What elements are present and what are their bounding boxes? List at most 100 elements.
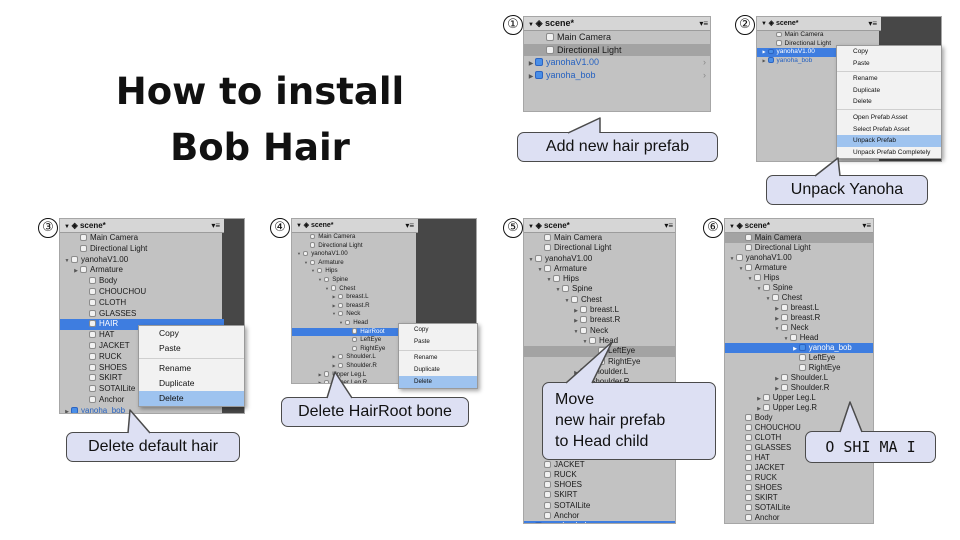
hierarchy-item[interactable]: RightEye: [524, 357, 675, 367]
hierarchy-item[interactable]: JACKET: [524, 460, 675, 470]
panel-menu-icon[interactable]: ▾≡: [699, 17, 708, 30]
hierarchy-item[interactable]: ▶ Armature: [60, 265, 224, 276]
hierarchy-item[interactable]: ▼ Head: [524, 336, 675, 346]
chevron-right-icon[interactable]: ›: [703, 69, 706, 82]
hierarchy-item[interactable]: Directional Light: [524, 243, 675, 253]
panel-menu-icon[interactable]: ▾≡: [211, 219, 220, 232]
hierarchy-item[interactable]: RUCK: [524, 470, 675, 480]
expand-right-icon[interactable]: ▶: [330, 293, 338, 302]
hierarchy-item[interactable]: ▼ yanohaV1.00: [725, 253, 873, 263]
hierarchy-item[interactable]: ▶ breast.R: [292, 302, 418, 311]
hierarchy-item[interactable]: ▶ breast.R: [725, 313, 873, 323]
hierarchy-item[interactable]: Directional Light: [524, 43, 710, 56]
hierarchy-item[interactable]: SKIRT: [524, 490, 675, 500]
expand-right-icon[interactable]: ▶: [63, 407, 71, 413]
menu-item-select-prefab-asset[interactable]: Select Prefab Asset: [837, 124, 941, 136]
expand-down-icon[interactable]: ▼: [323, 285, 331, 294]
hierarchy-item[interactable]: GLASSES: [60, 309, 224, 320]
menu-item-open-prefab-asset[interactable]: Open Prefab Asset: [837, 112, 941, 124]
hierarchy-item[interactable]: ▼ Chest: [725, 293, 873, 303]
hierarchy-item[interactable]: JACKET: [725, 463, 873, 473]
menu-item-paste[interactable]: Paste: [837, 58, 941, 70]
hierarchy-item[interactable]: Anchor: [725, 513, 873, 523]
panel-menu-icon[interactable]: ▾≡: [868, 17, 877, 30]
hierarchy-item[interactable]: Main Camera: [524, 233, 675, 243]
expand-down-icon[interactable]: ▼: [316, 276, 324, 285]
hierarchy-item[interactable]: Anchor: [524, 511, 675, 521]
menu-item-duplicate[interactable]: Duplicate: [837, 85, 941, 97]
hierarchy-item[interactable]: SKIRT: [725, 493, 873, 503]
expand-down-icon[interactable]: ▼: [330, 310, 338, 319]
hierarchy-item[interactable]: SOTAILite: [725, 503, 873, 513]
expand-right-icon[interactable]: ▶: [527, 522, 535, 523]
hierarchy-item[interactable]: Main Camera: [757, 31, 881, 40]
hierarchy-item[interactable]: ▼ Neck: [292, 310, 418, 319]
menu-item-unpack-prefab[interactable]: Unpack Prefab: [837, 135, 941, 147]
hierarchy-item[interactable]: ▶ breast.L: [725, 303, 873, 313]
menu-item-rename[interactable]: Rename: [837, 73, 941, 85]
panel-menu-icon[interactable]: ▾≡: [405, 219, 414, 232]
hierarchy-item[interactable]: Directional Light: [725, 243, 873, 253]
hierarchy-item[interactable]: ▼ Armature: [524, 264, 675, 274]
hierarchy-item[interactable]: ▼ Neck: [524, 326, 675, 336]
hierarchy-item[interactable]: ▶ breast.L: [292, 293, 418, 302]
hierarchy-item[interactable]: CHOUCHOU: [60, 287, 224, 298]
hierarchy-item[interactable]: ▼ yanohaV1.00: [292, 250, 418, 259]
hierarchy-item[interactable]: ▼ Hips: [725, 273, 873, 283]
hierarchy-item[interactable]: ▶ breast.R: [524, 315, 675, 325]
menu-item-delete[interactable]: Delete: [837, 96, 941, 108]
hierarchy-item[interactable]: ▶ Shoulder.L: [725, 373, 873, 383]
menu-item-duplicate[interactable]: Duplicate: [139, 376, 244, 391]
hierarchy-item[interactable]: ▶yanoha_bob: [725, 343, 873, 353]
panel-menu-icon[interactable]: ▾≡: [664, 219, 673, 232]
hierarchy-item[interactable]: ▶ yanoha_bob ›: [524, 69, 710, 84]
hierarchy-item[interactable]: RUCK: [725, 473, 873, 483]
hierarchy-item[interactable]: Directional Light: [60, 244, 224, 255]
hierarchy-item[interactable]: Directional Light: [292, 242, 418, 251]
hierarchy-item[interactable]: Body: [60, 276, 224, 287]
hierarchy-item[interactable]: ▼ yanohaV1.00: [524, 254, 675, 264]
hierarchy-item[interactable]: ▼ Spine: [524, 284, 675, 294]
menu-item-rename[interactable]: Rename: [399, 352, 477, 364]
hierarchy-item[interactable]: SHOES: [524, 480, 675, 490]
expand-down-icon[interactable]: ▼: [295, 250, 303, 259]
hierarchy-item[interactable]: Main Camera: [292, 233, 418, 242]
menu-item-rename[interactable]: Rename: [139, 361, 244, 376]
hierarchy-item[interactable]: ▼ Chest: [524, 295, 675, 305]
expand-right-icon[interactable]: ▶: [760, 57, 768, 66]
expand-right-icon[interactable]: ▶: [316, 379, 324, 383]
menu-item-copy[interactable]: Copy: [139, 326, 244, 341]
hierarchy-item[interactable]: ▼ Chest: [292, 285, 418, 294]
hierarchy-item[interactable]: ▼ Hips: [292, 267, 418, 276]
expand-right-icon[interactable]: ▶: [330, 362, 338, 371]
hierarchy-item[interactable]: Body: [725, 413, 873, 423]
hierarchy-item[interactable]: ▶yanoha_bob: [524, 521, 675, 523]
hierarchy-item[interactable]: ▶ Shoulder.L: [524, 367, 675, 377]
expand-down-icon[interactable]: ▼: [337, 319, 345, 328]
hierarchy-item[interactable]: ▶Upper Leg.L: [725, 393, 873, 403]
hierarchy-item[interactable]: CLOTH: [60, 298, 224, 309]
hierarchy-item[interactable]: ▼ Head: [725, 333, 873, 343]
hierarchy-item[interactable]: ▶Upper Leg.R: [725, 403, 873, 413]
hierarchy-item[interactable]: Main Camera: [60, 233, 224, 244]
hierarchy-item[interactable]: ▶Shoulder.R: [725, 383, 873, 393]
panel-menu-icon[interactable]: ▾≡: [862, 219, 871, 232]
hierarchy-item[interactable]: ▶ breast.L: [524, 305, 675, 315]
hierarchy-item[interactable]: ▶ yanohaV1.00 ›: [524, 56, 710, 69]
expand-down-icon[interactable]: ▼: [302, 259, 310, 268]
expand-down-icon[interactable]: ▼: [309, 267, 317, 276]
expand-right-icon[interactable]: ▶: [760, 48, 768, 57]
hierarchy-item[interactable]: LeftEye: [524, 346, 675, 357]
menu-item-paste[interactable]: Paste: [399, 336, 477, 348]
menu-item-copy[interactable]: Copy: [399, 324, 477, 336]
hierarchy-item[interactable]: ▼ Hips: [524, 274, 675, 284]
expand-right-icon[interactable]: ▶: [330, 353, 338, 362]
menu-item-paste[interactable]: Paste: [139, 341, 244, 356]
expand-right-icon[interactable]: ▶: [527, 71, 535, 84]
hierarchy-item[interactable]: ▼ Armature: [292, 259, 418, 268]
menu-item-delete[interactable]: Delete: [399, 376, 477, 388]
hierarchy-item[interactable]: LeftEye: [725, 353, 873, 363]
menu-item-duplicate[interactable]: Duplicate: [399, 364, 477, 376]
menu-item-unpack-prefab-completely[interactable]: Unpack Prefab Completely: [837, 147, 941, 159]
menu-item-copy[interactable]: Copy: [837, 46, 941, 58]
